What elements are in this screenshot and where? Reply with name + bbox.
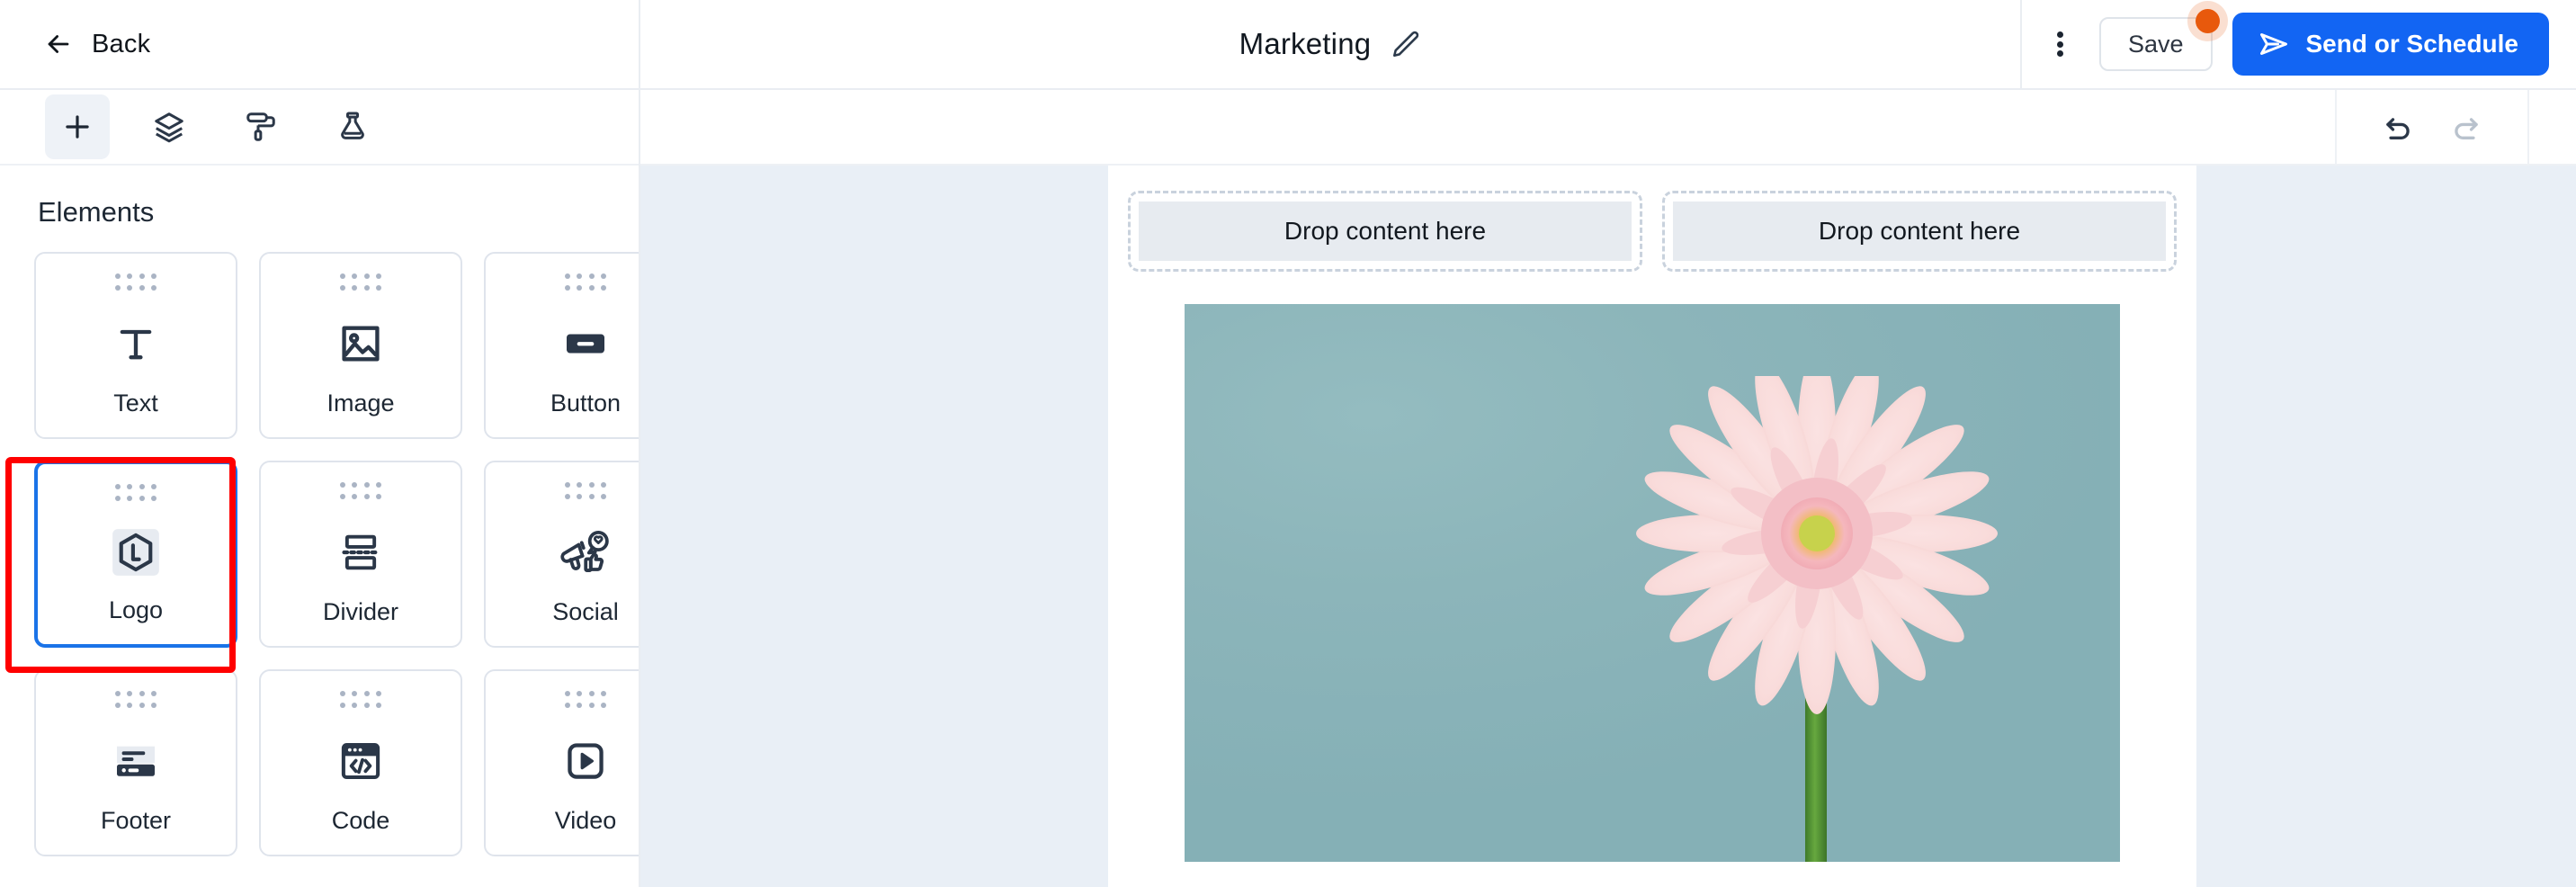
element-card-label: Button [550, 390, 622, 417]
element-card-label: Video [554, 807, 617, 834]
experiments-tool[interactable] [320, 94, 385, 159]
element-card-label: Logo [108, 596, 164, 623]
element-card-footer[interactable]: Footer [34, 669, 237, 856]
dropzone-left[interactable]: Drop content here [1128, 191, 1642, 272]
unsaved-changes-dot [2195, 9, 2220, 33]
drag-grip-icon [565, 273, 606, 297]
more-vertical-icon [2057, 29, 2064, 60]
elements-panel-title: Elements [38, 196, 155, 228]
element-card-label: Image [326, 390, 395, 417]
canvas-background-left [640, 166, 1108, 887]
history-controls [2335, 89, 2529, 165]
element-card-text[interactable]: Text [34, 252, 237, 439]
canvas-toolbar [640, 89, 2576, 166]
elements-grid: Text Image Button Logo Divider Social Fo… [34, 252, 639, 856]
sidebar-tool-row [0, 90, 639, 166]
dropzone-right[interactable]: Drop content here [1662, 191, 2177, 272]
dropzone-row: Drop content here Drop content here [1128, 191, 2177, 272]
canvas-background-right [2196, 166, 2576, 887]
element-card-label: Divider [322, 598, 399, 625]
dropzone-label: Drop content here [1673, 202, 2166, 261]
pencil-edit-icon[interactable] [1391, 29, 1421, 59]
element-card-image[interactable]: Image [259, 252, 462, 439]
styles-tool[interactable] [228, 94, 293, 159]
element-card-divider[interactable]: Divider [259, 461, 462, 648]
app-body: Elements Text Image Button Logo Divider … [0, 89, 2576, 887]
element-card-social[interactable]: Social [484, 461, 639, 648]
footer-icon [111, 714, 161, 807]
page-title: Marketing [1239, 27, 1372, 60]
drag-grip-icon [115, 691, 157, 714]
canvas-area: Drop content here Drop content here [640, 166, 2576, 887]
save-button-wrapper: Save [2098, 9, 2220, 71]
arrow-left-icon [43, 29, 74, 59]
plus-icon [60, 110, 94, 144]
flask-icon [335, 110, 370, 144]
more-options-button[interactable] [2035, 18, 2087, 70]
element-card-label: Social [552, 598, 619, 625]
add-content-tool[interactable] [45, 94, 110, 159]
header-title-section: Marketing [640, 27, 2020, 61]
video-play-icon [561, 714, 610, 807]
send-or-schedule-label: Send or Schedule [2305, 30, 2519, 58]
email-body-canvas[interactable]: Drop content here Drop content here [1108, 166, 2196, 887]
drag-grip-icon [340, 273, 381, 297]
layers-icon [152, 110, 186, 144]
element-card-button[interactable]: Button [484, 252, 639, 439]
image-icon [337, 297, 384, 390]
back-button-label: Back [92, 29, 151, 58]
dropzone-label: Drop content here [1139, 202, 1632, 261]
element-card-video[interactable]: Video [484, 669, 639, 856]
drag-grip-icon [115, 484, 157, 507]
header-left-section: Back [0, 0, 640, 89]
element-card-code[interactable]: Code [259, 669, 462, 856]
layers-tool[interactable] [137, 94, 201, 159]
email-builder-app: Back Marketing Save Send or Schedule Ele… [0, 0, 2576, 887]
drag-grip-icon [565, 482, 606, 506]
social-megaphone-icon [559, 506, 612, 598]
gerbera-flower-graphic [1636, 376, 1998, 862]
drag-grip-icon [340, 482, 381, 506]
button-icon [560, 297, 611, 390]
save-button[interactable]: Save [2098, 17, 2213, 71]
drag-grip-icon [340, 691, 381, 714]
back-button[interactable]: Back [43, 29, 150, 59]
element-card-label: Text [113, 390, 158, 417]
element-card-label: Code [331, 807, 390, 834]
drag-grip-icon [565, 691, 606, 714]
paint-roller-icon [244, 110, 278, 144]
hero-image-block[interactable] [1128, 304, 2177, 862]
divider-icon [337, 506, 384, 598]
paper-plane-icon [2258, 28, 2290, 60]
elements-panel: Elements Text Image Button Logo Divider … [0, 166, 639, 887]
left-sidebar: Elements Text Image Button Logo Divider … [0, 90, 640, 887]
app-header: Back Marketing Save Send or Schedule [0, 0, 2576, 90]
header-actions-section: Save Send or Schedule [2019, 0, 2576, 89]
element-card-label: Footer [100, 807, 172, 834]
code-window-icon [336, 714, 385, 807]
canvas-column: Drop content here Drop content here [640, 89, 2576, 887]
drag-grip-icon [115, 273, 157, 297]
text-t-icon [112, 297, 159, 390]
logo-hexagon-icon [108, 507, 164, 596]
redo-button[interactable] [2443, 103, 2490, 150]
undo-button[interactable] [2375, 103, 2421, 150]
undo-arrow-icon [2381, 109, 2415, 146]
redo-arrow-icon [2449, 109, 2483, 146]
send-or-schedule-button[interactable]: Send or Schedule [2232, 13, 2549, 76]
element-card-logo[interactable]: Logo [34, 461, 237, 648]
pink-gerbera-daisy-photo [1185, 304, 2120, 862]
